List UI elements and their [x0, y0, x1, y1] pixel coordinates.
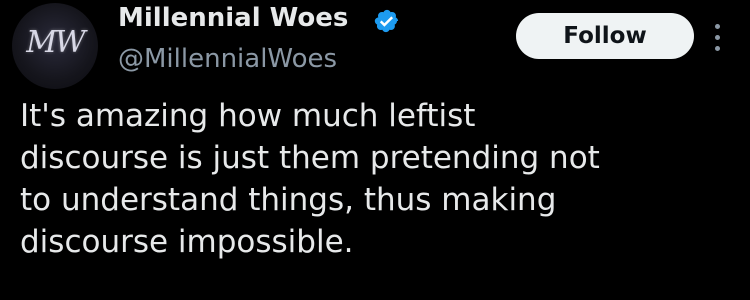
- follow-button[interactable]: Follow: [516, 13, 694, 59]
- more-dot: [715, 24, 720, 29]
- more-vertical-icon[interactable]: [708, 20, 728, 56]
- tweet-text-line: discourse impossible.: [20, 224, 354, 260]
- tweet-text: It's amazing how much leftist discourse …: [20, 95, 740, 263]
- tweet-card: MW Millennial Woes @MillennialWoes Follo…: [0, 0, 750, 300]
- tweet-text-line: to understand things, thus making: [20, 182, 557, 218]
- author-display-name[interactable]: Millennial Woes: [118, 2, 348, 34]
- more-dot: [715, 35, 720, 40]
- verified-badge-icon: [374, 9, 399, 33]
- author-handle[interactable]: @MillennialWoes: [118, 43, 337, 75]
- more-dot: [715, 46, 720, 51]
- avatar-logo: MW: [26, 25, 86, 60]
- tweet-text-line: It's amazing how much leftist: [20, 98, 476, 134]
- avatar[interactable]: MW: [12, 3, 98, 89]
- tweet-text-line: discourse is just them pretending not: [20, 140, 600, 176]
